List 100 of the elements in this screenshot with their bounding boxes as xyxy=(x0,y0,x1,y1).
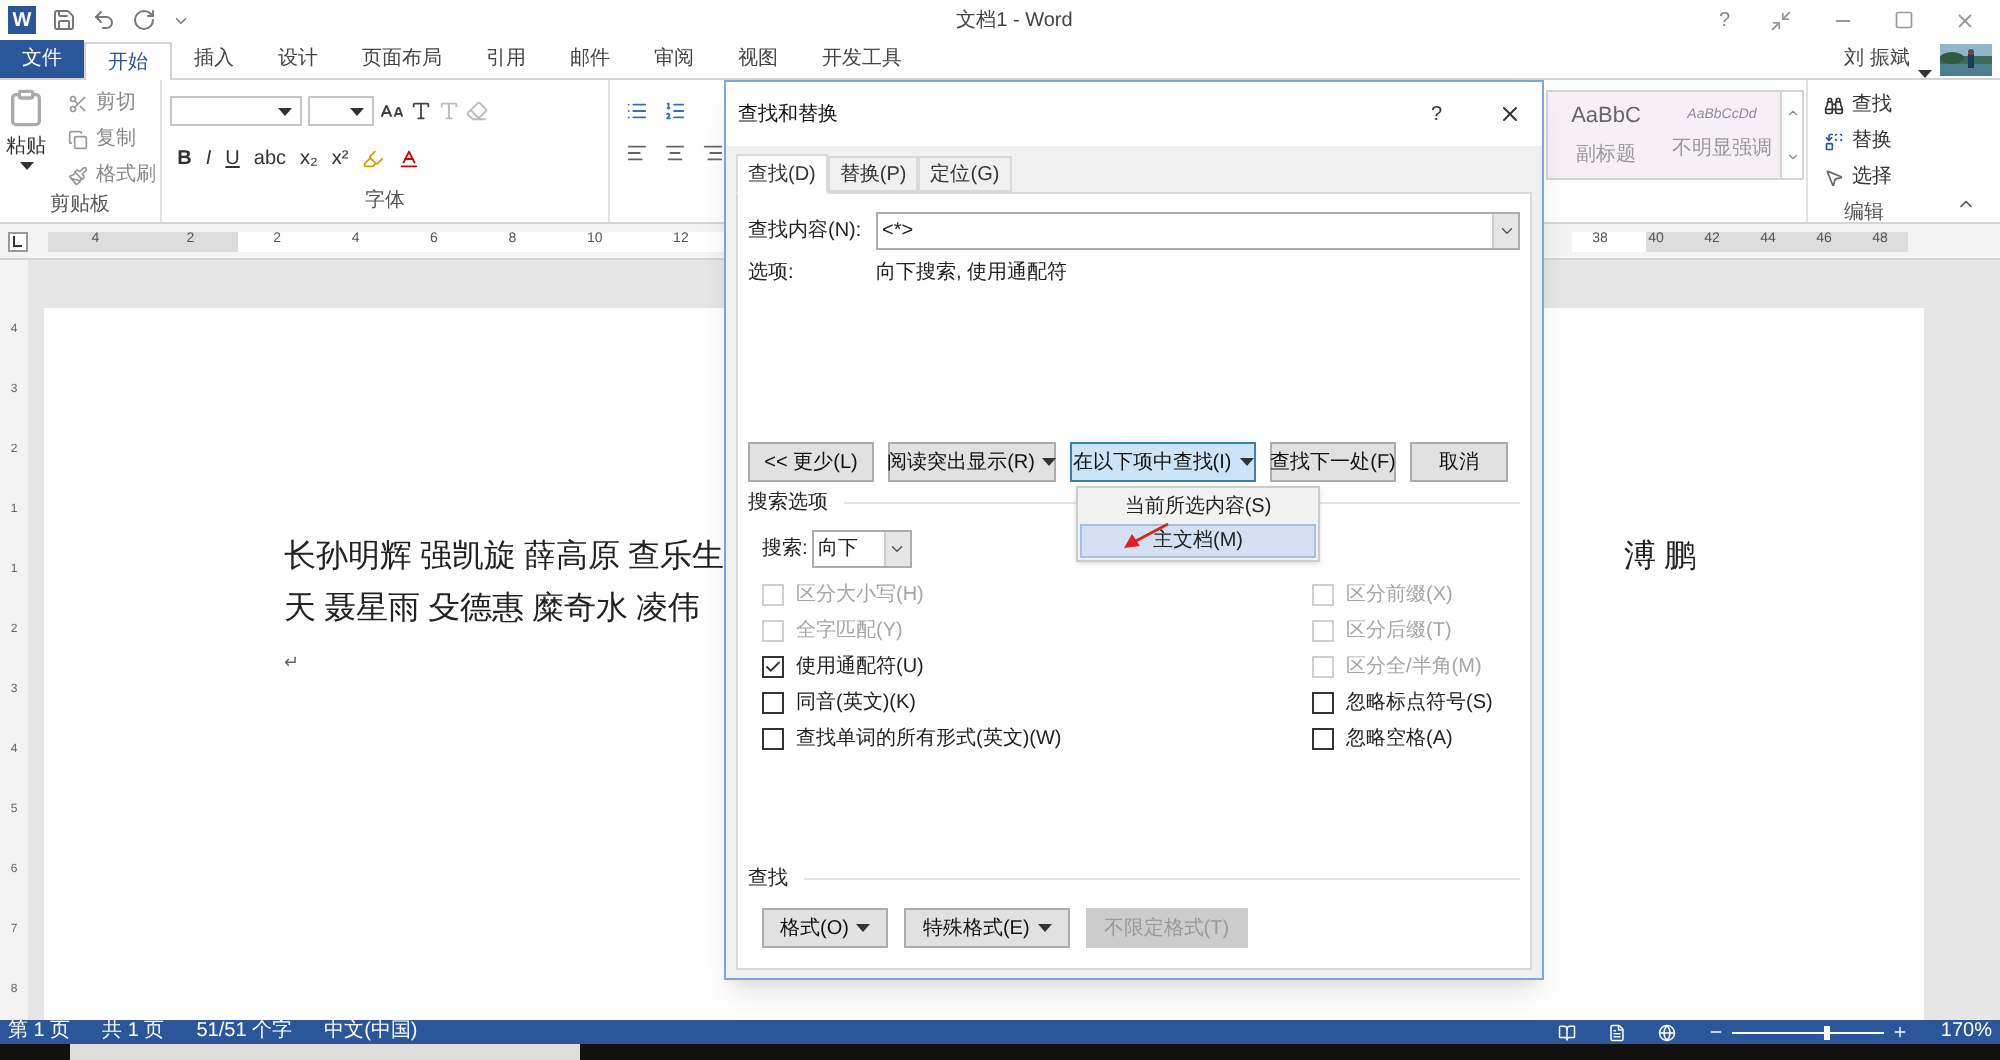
section-title: 查找 xyxy=(748,865,788,894)
window-title: 文档1 - Word xyxy=(954,7,1073,35)
print-layout-icon[interactable] xyxy=(1608,1023,1627,1041)
dropdown-icon[interactable] xyxy=(888,540,907,558)
ribbon-tab[interactable]: 设计 xyxy=(256,40,340,78)
field-label: 查找内容(N): xyxy=(748,217,864,246)
find-what-field[interactable]: <*> xyxy=(876,212,1520,250)
copy-icon[interactable] xyxy=(68,129,88,149)
grow-font-icon[interactable] xyxy=(379,99,404,123)
redo-icon[interactable] xyxy=(132,8,156,32)
cut-icon[interactable] xyxy=(68,93,88,113)
maximize-icon[interactable] xyxy=(1894,10,1914,30)
dialog-button[interactable]: 在以下项中查找(I) xyxy=(1070,442,1256,482)
help-button[interactable]: ? xyxy=(1718,5,1730,35)
dialog-button[interactable]: 阅读突出显示(R) xyxy=(888,442,1056,482)
numbered-list-icon[interactable] xyxy=(664,100,686,122)
replace-icon[interactable] xyxy=(1824,131,1844,151)
checkbox-label: 忽略空格(A) xyxy=(1346,725,1453,753)
align-right-icon[interactable] xyxy=(702,142,724,164)
format-painter-button[interactable]: 格式刷 xyxy=(96,160,156,190)
field-label: 选项: xyxy=(748,259,796,288)
ribbon-tab[interactable]: 邮件 xyxy=(548,40,632,78)
status-text: 中文(中国) xyxy=(324,1022,418,1042)
font-size-field[interactable] xyxy=(307,96,374,126)
status-text: 共 1 页 xyxy=(102,1022,165,1042)
web-layout-icon[interactable] xyxy=(1658,1023,1677,1041)
scroll-down-icon[interactable] xyxy=(1785,149,1799,164)
find-icon[interactable] xyxy=(1824,95,1844,115)
checkbox-label: 忽略标点符号(S) xyxy=(1346,689,1493,717)
format-button[interactable]: U xyxy=(225,144,240,174)
select-icon[interactable] xyxy=(1824,167,1844,187)
scroll-up-icon[interactable] xyxy=(1785,106,1799,121)
dialog-button[interactable]: 取消 xyxy=(1410,442,1508,482)
dialog-tab[interactable]: 替换(P) xyxy=(827,156,919,192)
user-name[interactable]: 刘 振斌 xyxy=(1844,44,1910,74)
checkbox-label: 区分后缀(T) xyxy=(1346,617,1452,645)
menu-item[interactable]: 当前所选内容(S) xyxy=(1080,490,1316,524)
bullet-list-icon[interactable] xyxy=(626,100,648,122)
close-icon[interactable] xyxy=(1498,102,1522,126)
caret-icon xyxy=(1042,458,1057,466)
select-button[interactable]: 选择 xyxy=(1852,162,1892,192)
replace-button[interactable]: 替换 xyxy=(1852,126,1892,156)
ribbon-display-icon[interactable] xyxy=(1770,9,1792,31)
ribbon-tab[interactable]: 开始 xyxy=(84,42,172,80)
checkbox[interactable] xyxy=(762,655,784,677)
dialog-button[interactable]: 特殊格式(E) xyxy=(904,908,1070,948)
align-center-icon[interactable] xyxy=(664,142,686,164)
document-text: 溥 鹏 xyxy=(1624,537,1696,578)
format-painter-icon[interactable] xyxy=(68,165,88,185)
save-icon[interactable] xyxy=(52,8,76,32)
checkbox-label: 查找单词的所有形式(英文)(W) xyxy=(796,725,1062,753)
dialog-title: 查找和替换 xyxy=(738,101,840,129)
arrow-drawing xyxy=(1122,522,1170,550)
caret-icon xyxy=(1037,924,1052,932)
style-sample: AaBbC xyxy=(1571,102,1641,133)
ribbon-tab[interactable]: 视图 xyxy=(716,40,800,78)
checkbox[interactable] xyxy=(762,691,784,713)
format-button[interactable]: x² xyxy=(331,144,349,174)
help-button[interactable]: ? xyxy=(1430,99,1442,129)
find-button[interactable]: 查找 xyxy=(1852,90,1892,120)
format-button[interactable]: abc xyxy=(253,144,287,174)
dropdown-caret-icon xyxy=(277,107,292,115)
zoom-percent[interactable]: 170% xyxy=(1940,1022,1992,1042)
dialog-button[interactable]: 格式(O) xyxy=(762,908,889,948)
tab-stop-icon[interactable] xyxy=(8,231,28,251)
checkbox[interactable] xyxy=(1312,727,1334,749)
font-name-field[interactable] xyxy=(169,96,302,126)
ribbon-tab[interactable]: 文件 xyxy=(0,40,84,78)
paste-button[interactable]: 粘贴 xyxy=(6,132,46,162)
format-button[interactable]: x₂ xyxy=(300,144,318,174)
ribbon-tab[interactable]: 插入 xyxy=(172,40,256,78)
dropdown-icon[interactable] xyxy=(1497,222,1515,240)
dialog-button[interactable]: << 更少(L) xyxy=(748,442,874,482)
checkbox[interactable] xyxy=(762,727,784,749)
paste-caret-icon xyxy=(19,162,33,170)
paragraph-mark: ↵ xyxy=(284,652,300,672)
checkbox-label: 同音(英文)(K) xyxy=(796,689,916,717)
search-direction-field[interactable]: 向下 xyxy=(811,530,912,568)
menu-item[interactable]: 主文档(M) xyxy=(1080,524,1316,558)
ribbon-tab[interactable]: 页面布局 xyxy=(340,40,464,78)
style-tile[interactable]: AaBbC 副标题 xyxy=(1548,92,1664,178)
group-label: 字体 xyxy=(362,187,407,216)
ribbon-tab[interactable]: 审阅 xyxy=(632,40,716,78)
checkbox[interactable] xyxy=(1312,691,1334,713)
dialog-tab[interactable]: 定位(G) xyxy=(918,156,1012,192)
undo-icon[interactable] xyxy=(92,8,116,32)
ribbon-tab[interactable]: 开发工具 xyxy=(800,40,924,78)
format-button[interactable]: B xyxy=(177,144,192,174)
cut-button[interactable]: 剪切 xyxy=(96,88,136,118)
word-logo: W xyxy=(8,6,36,34)
zoom-in-icon[interactable] xyxy=(1892,1024,1909,1040)
font-color-icon[interactable] xyxy=(398,148,421,170)
ribbon-tab[interactable]: 引用 xyxy=(464,40,548,78)
read-mode-icon[interactable] xyxy=(1558,1023,1577,1041)
dialog-button[interactable]: 查找下一处(F) xyxy=(1270,442,1396,482)
format-button[interactable]: I xyxy=(205,144,212,174)
group-label: 编辑 xyxy=(1842,199,1886,228)
align-left-icon[interactable] xyxy=(626,142,648,164)
copy-button[interactable]: 复制 xyxy=(96,124,136,154)
dialog-tab[interactable]: 查找(D) xyxy=(736,154,828,194)
